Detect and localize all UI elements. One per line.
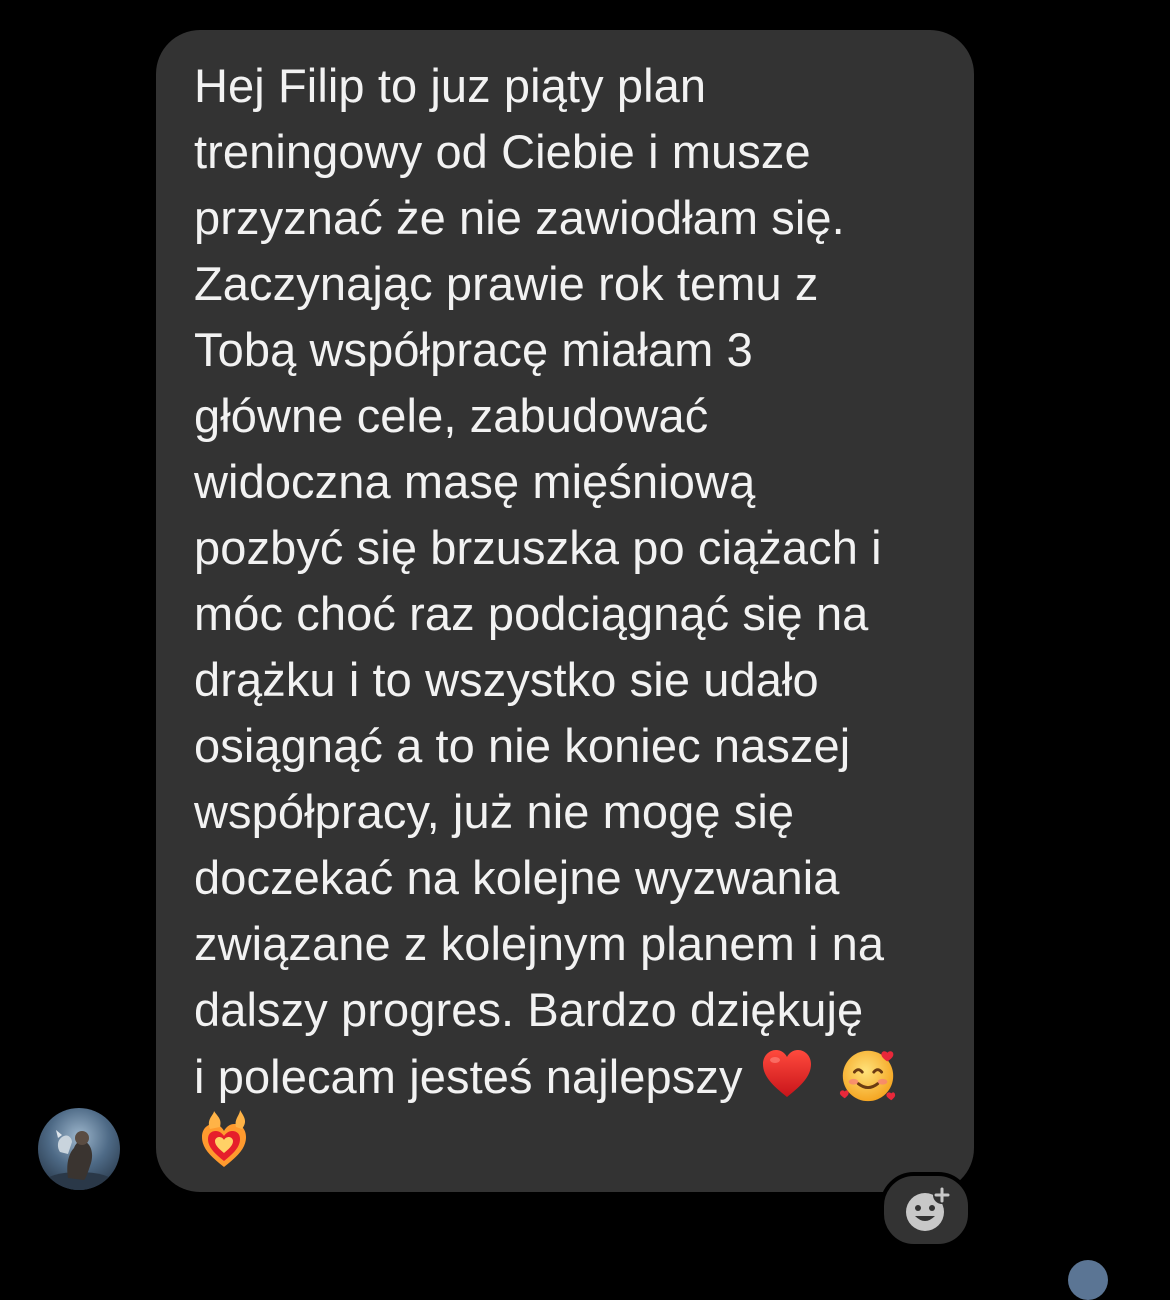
- message-line: Tobą współpracę miałam 3: [194, 323, 753, 376]
- message-line: treningowy od Ciebie i musze: [194, 125, 811, 178]
- avatar-image: [45, 1130, 113, 1190]
- message-line: związane z kolejnym planem i na: [194, 917, 885, 970]
- add-reaction-button[interactable]: [880, 1172, 972, 1248]
- message-line: Zaczynając prawie rok temu z: [194, 257, 819, 310]
- message-line: Hej Filip to juz piąty plan: [194, 59, 707, 112]
- sender-avatar[interactable]: [38, 1108, 120, 1190]
- heart-on-fire-emoji: [202, 1110, 246, 1167]
- message-bubble[interactable]: Hej Filip to juz piąty plan treningowy o…: [156, 30, 974, 1192]
- message-line: współpracy, już nie mogę się: [194, 785, 795, 838]
- message-line: i polecam jesteś najlepszy: [194, 1050, 743, 1103]
- message-line: pozbyć się brzuszka po ciążach i: [194, 521, 882, 574]
- message-line: dalszy progres. Bardzo dziękuję: [194, 983, 864, 1036]
- message-line-emoji: [196, 1109, 252, 1178]
- message-line: osiągnąć a to nie koniec naszej: [194, 719, 851, 772]
- message-line-with-emoji: i polecam jesteś najlepszy: [194, 1043, 899, 1110]
- message-line: główne cele, zabudować: [194, 389, 709, 442]
- message-line: drążku i to wszystko sie udało: [194, 653, 819, 706]
- red-heart-emoji: [762, 1050, 811, 1097]
- message-line: przyznać że nie zawiodłam się.: [194, 191, 845, 244]
- next-message-avatar: [1068, 1260, 1108, 1300]
- add-reaction-icon: [906, 1186, 951, 1231]
- smiling-face-with-hearts-emoji: [839, 1050, 896, 1102]
- message-line: widoczna masę mięśniową: [194, 455, 756, 508]
- message-line: móc choć raz podciągnąć się na: [194, 587, 869, 640]
- message-line: doczekać na kolejne wyzwania: [194, 851, 840, 904]
